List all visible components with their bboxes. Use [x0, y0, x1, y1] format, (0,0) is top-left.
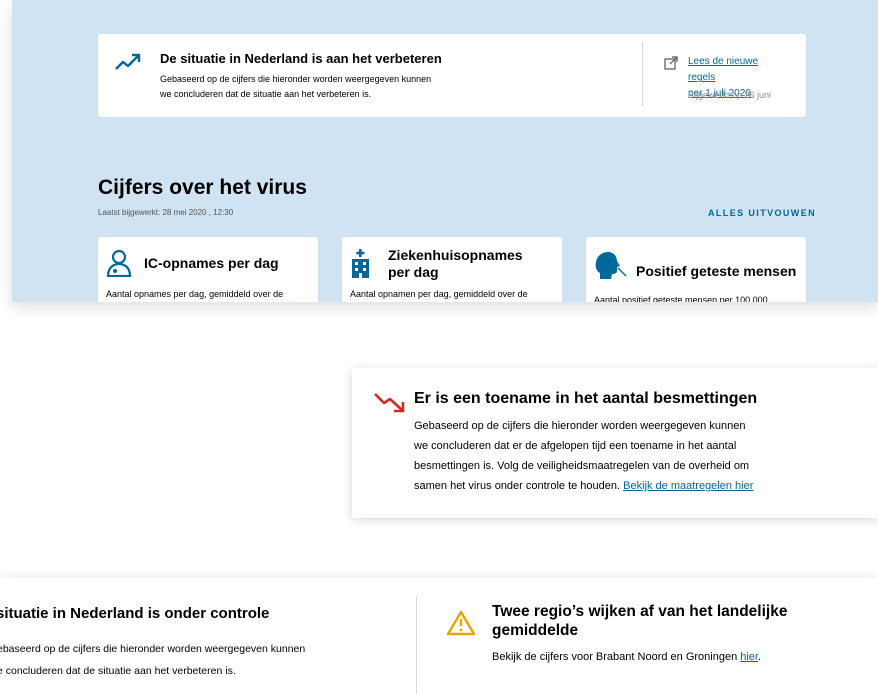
- control-status-line: e concluderen dat de situatie aan het ve…: [0, 665, 236, 677]
- metric-card-hospital-admissions[interactable]: Ziekenhuisopnames per dag Aantal opnamen…: [342, 237, 562, 302]
- updated-date: Bijgewerkt op 26 juni: [688, 90, 772, 100]
- metric-card-ic-admissions[interactable]: IC-opnames per dag Aantal opnames per da…: [98, 237, 318, 302]
- trend-down-icon: [372, 390, 412, 416]
- alert-line: we concluderen dat er de afgelopen tijd …: [414, 440, 737, 452]
- expand-all-button[interactable]: ALLES UITVOUWEN: [708, 208, 816, 218]
- infection-increase-alert: Er is een toename in het aantal besmetti…: [352, 368, 878, 518]
- status-desc-line: Gebaseerd op de cijfers die hieronder wo…: [160, 74, 432, 84]
- divider: [416, 596, 417, 694]
- alert-description: Gebaseerd op de cijfers die hieronder wo…: [414, 416, 864, 496]
- status-title: De situatie in Nederland is aan het verb…: [160, 51, 442, 66]
- warning-icon: [446, 610, 476, 636]
- section-title: Cijfers over het virus: [98, 176, 307, 199]
- section-updated: Laatst bijgewerkt: 28 mei 2020 , 12:30: [98, 208, 234, 217]
- alert-line: samen het virus onder controle te houden…: [414, 476, 864, 496]
- metric-desc: Aantal opnames per dag, gemiddeld over d…: [106, 289, 284, 299]
- metric-desc: Aantal positief geteste mensen per 100.0…: [594, 295, 768, 302]
- alert-title: Er is een toename in het aantal besmetti…: [414, 390, 758, 407]
- metric-title: Positief geteste mensen: [636, 263, 797, 279]
- control-status-line: ebaseerd op de cijfers die hieronder wor…: [0, 643, 306, 655]
- status-card: De situatie in Nederland is aan het verb…: [98, 34, 806, 117]
- regions-description: Bekijk de cijfers voor Brabant Noord en …: [492, 651, 761, 663]
- metric-title: Ziekenhuisopnames per dag: [388, 247, 523, 281]
- status-description: Gebaseerd op de cijfers die hieronder wo…: [160, 72, 460, 102]
- bottom-status-strip: situatie in Nederland is onder controle …: [0, 578, 878, 694]
- regions-title-line: Twee regio’s wijken af van het landelijk…: [492, 603, 788, 620]
- regions-link[interactable]: hier: [740, 651, 758, 663]
- metric-desc: Aantal opnamen per dag, gemiddeld over d…: [350, 289, 528, 299]
- alert-line: besmettingen is. Volg de veiligheidsmaat…: [414, 460, 750, 472]
- regions-title-line: gemiddelde: [492, 622, 579, 639]
- new-rules-link-line[interactable]: Lees de nieuwe regels: [688, 54, 788, 86]
- alert-line: Gebaseerd op de cijfers die hieronder wo…: [414, 420, 746, 432]
- measures-link[interactable]: Bekijk de maatregelen hier: [623, 480, 753, 492]
- regions-desc-text: Bekijk de cijfers voor Brabant Noord en …: [492, 651, 738, 663]
- hospital-icon: [350, 249, 376, 278]
- control-status-title: situatie in Nederland is onder controle: [0, 605, 270, 622]
- control-status-description: ebaseerd op de cijfers die hieronder wor…: [0, 638, 377, 682]
- status-desc-line: we concluderen dat de situatie aan het v…: [160, 89, 372, 99]
- dashboard-hero: De situatie in Nederland is aan het verb…: [12, 0, 878, 302]
- trend-up-icon: [114, 52, 142, 72]
- alert-line-text: samen het virus onder controle te houden…: [414, 480, 621, 492]
- external-link-icon: [664, 56, 678, 70]
- divider: [642, 42, 643, 106]
- metric-title-line: Ziekenhuisopnames: [388, 247, 523, 263]
- metric-title: IC-opnames per dag: [144, 255, 279, 271]
- doctor-icon: [106, 249, 132, 278]
- regions-desc-end: .: [758, 651, 762, 663]
- regions-title: Twee regio’s wijken af van het landelijk…: [492, 602, 852, 640]
- person-test-icon: [594, 251, 628, 279]
- metric-card-positive-tests[interactable]: Positief geteste mensen Aantal positief …: [586, 237, 806, 302]
- metric-title-line: per dag: [388, 264, 439, 280]
